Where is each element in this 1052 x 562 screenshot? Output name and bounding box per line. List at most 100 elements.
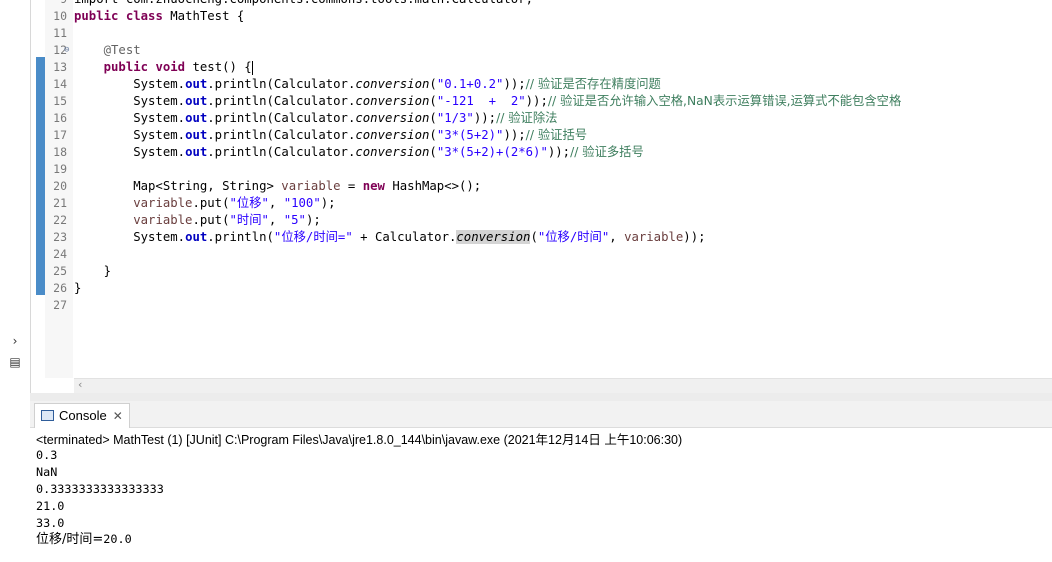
code-editor[interactable]: 9 import com.zhuocheng.components.commons… <box>32 0 1052 378</box>
code-line[interactable]: 13 public void test() { <box>32 59 1052 76</box>
code-token: variable <box>624 230 684 244</box>
close-icon[interactable]: ✕ <box>113 409 123 423</box>
code-text[interactable]: } <box>74 280 81 297</box>
tab-console-label: Console <box>59 408 107 423</box>
code-token: out <box>185 94 208 108</box>
code-line[interactable]: 10 public class MathTest { <box>32 8 1052 25</box>
code-text[interactable]: System.out.println(Calculator.conversion… <box>74 127 587 144</box>
code-token: "0.1+0.2" <box>436 77 504 91</box>
code-token: conversion <box>355 128 430 142</box>
code-token: + Calculator. <box>352 230 457 244</box>
code-token: import com.zhuocheng.components.commons.… <box>74 0 533 6</box>
line-number: 15 <box>53 94 67 108</box>
code-token: conversion <box>456 230 531 244</box>
console-output-line: 位移/时间=20.0 <box>36 531 1036 548</box>
code-token: ( <box>429 145 437 159</box>
code-token: "位移" <box>229 196 269 210</box>
code-token: .println( <box>207 230 274 244</box>
text-cursor <box>251 60 253 75</box>
code-token: ( <box>429 77 437 91</box>
code-line[interactable]: 21 variable.put("位移", "100"); <box>32 195 1052 212</box>
chevron-right-icon[interactable]: › <box>6 332 24 350</box>
console-output-line: 21.0 <box>36 499 65 513</box>
code-token: ( <box>429 94 437 108</box>
code-text[interactable]: System.out.println(Calculator.conversion… <box>74 93 901 110</box>
line-number: 18 <box>53 145 67 159</box>
code-token: out <box>185 230 208 244</box>
restore-view-icon[interactable]: ▤ <box>6 353 24 371</box>
code-token: .println(Calculator. <box>207 94 356 108</box>
code-text[interactable]: System.out.println(Calculator.conversion… <box>74 110 557 127</box>
code-token: System. <box>74 111 186 125</box>
code-token: // 验证多括号 <box>570 145 644 159</box>
code-token: "-121 + 2" <box>436 94 526 108</box>
code-line[interactable]: 26} <box>32 280 1052 297</box>
left-trim-bar: › ▤ <box>0 0 31 562</box>
code-line[interactable]: 19 <box>32 161 1052 178</box>
code-token: .println(Calculator. <box>207 111 356 125</box>
code-text[interactable]: public void test() { <box>74 59 253 76</box>
code-token: // 验证是否允许输入空格,NaN表示运算错误,运算式不能包含空格 <box>547 94 902 108</box>
code-text[interactable]: import com.zhuocheng.components.commons.… <box>74 0 533 8</box>
tab-console[interactable]: Console ✕ <box>34 403 130 428</box>
code-line[interactable]: 18 System.out.println(Calculator.convers… <box>32 144 1052 161</box>
line-number: 13 <box>53 60 67 74</box>
code-token: conversion <box>355 111 430 125</box>
code-token: // 验证是否存在精度问题 <box>525 77 661 91</box>
line-number: 10 <box>53 9 67 23</box>
line-number: 23 <box>53 230 67 244</box>
horizontal-scrollbar[interactable]: ‹ <box>74 378 1052 393</box>
line-number: 20 <box>53 179 67 193</box>
code-line[interactable]: 12 ⊖ @Test <box>32 42 1052 59</box>
code-line[interactable]: 25 } <box>32 263 1052 280</box>
scroll-left-icon[interactable]: ‹ <box>78 378 82 391</box>
code-text[interactable]: variable.put("时间", "5"); <box>74 212 321 229</box>
code-token: HashMap<>(); <box>384 179 482 193</box>
code-line[interactable]: 16 System.out.println(Calculator.convers… <box>32 110 1052 127</box>
code-line[interactable]: 22 variable.put("时间", "5"); <box>32 212 1052 229</box>
console-view: Console ✕ <terminated> MathTest (1) [JUni… <box>30 401 1052 562</box>
code-text[interactable]: variable.put("位移", "100"); <box>74 195 335 212</box>
code-line[interactable]: 20 Map<String, String> variable = new Ha… <box>32 178 1052 195</box>
code-text[interactable]: Map<String, String> variable = new HashM… <box>74 178 481 195</box>
code-token: } <box>74 264 112 278</box>
code-text[interactable]: public class MathTest { <box>74 8 244 25</box>
code-line[interactable]: 9 import com.zhuocheng.components.commons… <box>32 0 1052 8</box>
code-token: )); <box>473 111 497 125</box>
code-line[interactable]: 15 System.out.println(Calculator.convers… <box>32 93 1052 110</box>
code-token: // 验证括号 <box>525 128 588 142</box>
code-token: )); <box>547 145 571 159</box>
code-text[interactable]: System.out.println("位移/时间=" + Calculator… <box>74 229 706 246</box>
code-token: System. <box>74 94 186 108</box>
code-token: out <box>185 111 208 125</box>
code-token: variable <box>281 179 341 193</box>
code-token: "100" <box>283 196 321 210</box>
line-number: 17 <box>53 128 67 142</box>
line-number: 9 <box>45 0 67 8</box>
code-text[interactable]: System.out.println(Calculator.conversion… <box>74 144 644 161</box>
code-line[interactable]: 17 System.out.println(Calculator.convers… <box>32 127 1052 144</box>
code-token: public <box>74 9 119 23</box>
code-token: System. <box>74 128 186 142</box>
code-text[interactable]: @Test <box>74 42 141 59</box>
code-text[interactable]: System.out.println(Calculator.conversion… <box>74 76 661 93</box>
fold-minus-icon[interactable]: ⊖ <box>64 42 69 59</box>
code-token: "位移/时间" <box>537 230 610 244</box>
code-text[interactable]: } <box>74 263 111 280</box>
code-line[interactable]: 24 <box>32 246 1052 263</box>
code-line[interactable]: 11 <box>32 25 1052 42</box>
code-line[interactable]: 23 System.out.println("位移/时间=" + Calcula… <box>32 229 1052 246</box>
code-line[interactable]: 14 System.out.println(Calculator.convers… <box>32 76 1052 93</box>
code-token: void <box>155 60 186 74</box>
console-icon <box>41 410 54 421</box>
code-line[interactable]: 27 <box>32 297 1052 314</box>
code-token: ); <box>305 213 321 227</box>
code-token: )); <box>683 230 706 244</box>
code-token: .put( <box>192 196 230 210</box>
console-output-line: NaN <box>36 465 58 479</box>
code-token: = <box>340 179 363 193</box>
code-token: System. <box>74 145 186 159</box>
code-token: , <box>268 213 284 227</box>
code-token: new <box>362 179 385 193</box>
